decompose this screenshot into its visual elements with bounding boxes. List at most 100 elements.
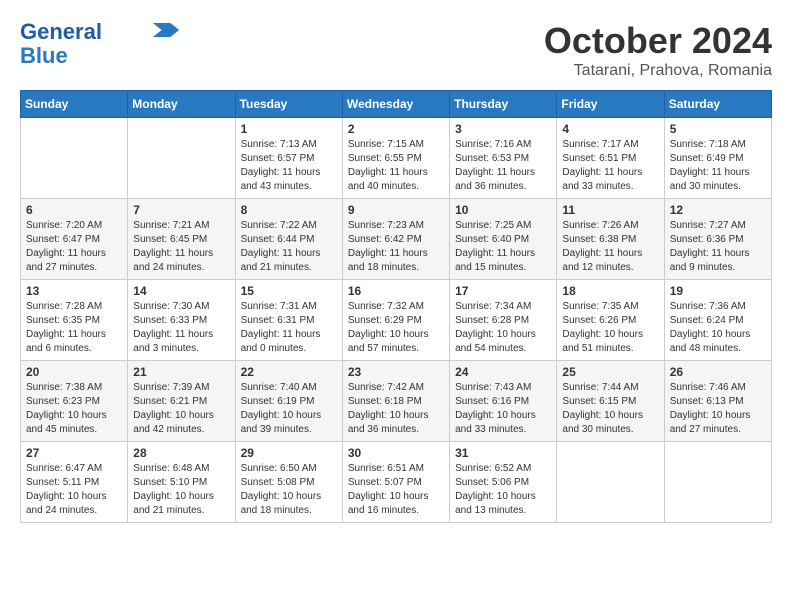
day-info: Sunrise: 7:36 AM Sunset: 6:24 PM Dayligh… <box>670 300 766 356</box>
day-number: 13 <box>26 284 122 298</box>
day-info: Sunrise: 7:25 AM Sunset: 6:40 PM Dayligh… <box>455 219 551 275</box>
calendar-cell: 15 Sunrise: 7:31 AM Sunset: 6:31 PM Dayli… <box>235 280 342 361</box>
day-header-tuesday: Tuesday <box>235 91 342 118</box>
calendar-week-row: 27Sunrise: 6:47 AM Sunset: 5:11 PM Dayli… <box>21 442 772 523</box>
day-info: Sunrise: 7:28 AM Sunset: 6:35 PM Dayligh… <box>26 300 122 356</box>
calendar-cell: 26 Sunrise: 7:46 AM Sunset: 6:13 PM Dayli… <box>664 361 771 442</box>
day-header-wednesday: Wednesday <box>342 91 449 118</box>
calendar-cell: 21 Sunrise: 7:39 AM Sunset: 6:21 PM Dayli… <box>128 361 235 442</box>
day-number: 19 <box>670 284 766 298</box>
day-number: 15 <box>241 284 337 298</box>
logo-blue-text: Blue <box>20 44 68 68</box>
day-info: Sunrise: 7:42 AM Sunset: 6:18 PM Dayligh… <box>348 381 444 437</box>
day-number: 6 <box>26 203 122 217</box>
calendar-cell <box>128 118 235 199</box>
day-info: Sunrise: 7:39 AM Sunset: 6:21 PM Dayligh… <box>133 381 229 437</box>
calendar-cell: 27Sunrise: 6:47 AM Sunset: 5:11 PM Dayli… <box>21 442 128 523</box>
day-info: Sunrise: 7:17 AM Sunset: 6:51 PM Dayligh… <box>562 138 658 194</box>
logo: General Blue <box>20 20 180 68</box>
day-number: 11 <box>562 203 658 217</box>
calendar-cell: 8 Sunrise: 7:22 AM Sunset: 6:44 PM Daylig… <box>235 199 342 280</box>
calendar-week-row: 1Sunrise: 7:13 AM Sunset: 6:57 PM Daylig… <box>21 118 772 199</box>
calendar-cell: 10Sunrise: 7:25 AM Sunset: 6:40 PM Dayli… <box>450 199 557 280</box>
day-number: 5 <box>670 122 766 136</box>
day-number: 4 <box>562 122 658 136</box>
calendar-cell: 28 Sunrise: 6:48 AM Sunset: 5:10 PM Dayli… <box>128 442 235 523</box>
day-number: 14 <box>133 284 229 298</box>
title-block: October 2024 Tatarani, Prahova, Romania <box>544 20 772 80</box>
calendar-cell: 13 Sunrise: 7:28 AM Sunset: 6:35 PM Dayli… <box>21 280 128 361</box>
page-header: General Blue October 2024 Tatarani, Prah… <box>20 20 772 80</box>
calendar-cell: 16 Sunrise: 7:32 AM Sunset: 6:29 PM Dayli… <box>342 280 449 361</box>
day-info: Sunrise: 6:48 AM Sunset: 5:10 PM Dayligh… <box>133 462 229 518</box>
calendar-cell <box>664 442 771 523</box>
logo-icon <box>152 23 180 37</box>
calendar-header-row: SundayMondayTuesdayWednesdayThursdayFrid… <box>21 91 772 118</box>
calendar-cell: 19 Sunrise: 7:36 AM Sunset: 6:24 PM Dayli… <box>664 280 771 361</box>
calendar-body: 1Sunrise: 7:13 AM Sunset: 6:57 PM Daylig… <box>21 118 772 523</box>
day-header-saturday: Saturday <box>664 91 771 118</box>
day-number: 31 <box>455 446 551 460</box>
day-info: Sunrise: 7:27 AM Sunset: 6:36 PM Dayligh… <box>670 219 766 275</box>
day-info: Sunrise: 7:15 AM Sunset: 6:55 PM Dayligh… <box>348 138 444 194</box>
day-info: Sunrise: 7:26 AM Sunset: 6:38 PM Dayligh… <box>562 219 658 275</box>
day-number: 16 <box>348 284 444 298</box>
day-header-monday: Monday <box>128 91 235 118</box>
day-info: Sunrise: 7:44 AM Sunset: 6:15 PM Dayligh… <box>562 381 658 437</box>
calendar-cell: 22 Sunrise: 7:40 AM Sunset: 6:19 PM Dayli… <box>235 361 342 442</box>
day-number: 23 <box>348 365 444 379</box>
calendar-cell: 6 Sunrise: 7:20 AM Sunset: 6:47 PM Daylig… <box>21 199 128 280</box>
calendar-week-row: 13 Sunrise: 7:28 AM Sunset: 6:35 PM Dayli… <box>21 280 772 361</box>
day-info: Sunrise: 7:32 AM Sunset: 6:29 PM Dayligh… <box>348 300 444 356</box>
calendar-cell: 29 Sunrise: 6:50 AM Sunset: 5:08 PM Dayli… <box>235 442 342 523</box>
day-info: Sunrise: 7:18 AM Sunset: 6:49 PM Dayligh… <box>670 138 766 194</box>
calendar-week-row: 6 Sunrise: 7:20 AM Sunset: 6:47 PM Daylig… <box>21 199 772 280</box>
day-info: Sunrise: 7:35 AM Sunset: 6:26 PM Dayligh… <box>562 300 658 356</box>
calendar-cell: 11 Sunrise: 7:26 AM Sunset: 6:38 PM Dayli… <box>557 199 664 280</box>
day-number: 28 <box>133 446 229 460</box>
day-info: Sunrise: 6:51 AM Sunset: 5:07 PM Dayligh… <box>348 462 444 518</box>
day-info: Sunrise: 7:31 AM Sunset: 6:31 PM Dayligh… <box>241 300 337 356</box>
day-header-friday: Friday <box>557 91 664 118</box>
day-header-thursday: Thursday <box>450 91 557 118</box>
day-number: 9 <box>348 203 444 217</box>
calendar-cell: 20Sunrise: 7:38 AM Sunset: 6:23 PM Dayli… <box>21 361 128 442</box>
day-info: Sunrise: 6:52 AM Sunset: 5:06 PM Dayligh… <box>455 462 551 518</box>
month-title: October 2024 <box>544 20 772 62</box>
calendar-cell: 7Sunrise: 7:21 AM Sunset: 6:45 PM Daylig… <box>128 199 235 280</box>
calendar-cell: 2 Sunrise: 7:15 AM Sunset: 6:55 PM Daylig… <box>342 118 449 199</box>
day-number: 29 <box>241 446 337 460</box>
day-number: 17 <box>455 284 551 298</box>
day-info: Sunrise: 6:47 AM Sunset: 5:11 PM Dayligh… <box>26 462 122 518</box>
calendar-cell: 9 Sunrise: 7:23 AM Sunset: 6:42 PM Daylig… <box>342 199 449 280</box>
day-info: Sunrise: 6:50 AM Sunset: 5:08 PM Dayligh… <box>241 462 337 518</box>
day-info: Sunrise: 7:23 AM Sunset: 6:42 PM Dayligh… <box>348 219 444 275</box>
day-info: Sunrise: 7:43 AM Sunset: 6:16 PM Dayligh… <box>455 381 551 437</box>
calendar-cell: 4 Sunrise: 7:17 AM Sunset: 6:51 PM Daylig… <box>557 118 664 199</box>
day-number: 8 <box>241 203 337 217</box>
day-info: Sunrise: 7:21 AM Sunset: 6:45 PM Dayligh… <box>133 219 229 275</box>
day-number: 26 <box>670 365 766 379</box>
day-info: Sunrise: 7:46 AM Sunset: 6:13 PM Dayligh… <box>670 381 766 437</box>
day-number: 12 <box>670 203 766 217</box>
calendar-cell: 1Sunrise: 7:13 AM Sunset: 6:57 PM Daylig… <box>235 118 342 199</box>
day-number: 22 <box>241 365 337 379</box>
calendar-cell: 30Sunrise: 6:51 AM Sunset: 5:07 PM Dayli… <box>342 442 449 523</box>
logo-text: General <box>20 20 102 44</box>
day-number: 20 <box>26 365 122 379</box>
calendar-cell: 5 Sunrise: 7:18 AM Sunset: 6:49 PM Daylig… <box>664 118 771 199</box>
calendar-week-row: 20Sunrise: 7:38 AM Sunset: 6:23 PM Dayli… <box>21 361 772 442</box>
calendar-cell: 24 Sunrise: 7:43 AM Sunset: 6:16 PM Dayli… <box>450 361 557 442</box>
day-number: 21 <box>133 365 229 379</box>
day-number: 2 <box>348 122 444 136</box>
calendar-cell: 18 Sunrise: 7:35 AM Sunset: 6:26 PM Dayli… <box>557 280 664 361</box>
day-number: 18 <box>562 284 658 298</box>
day-info: Sunrise: 7:20 AM Sunset: 6:47 PM Dayligh… <box>26 219 122 275</box>
day-info: Sunrise: 7:40 AM Sunset: 6:19 PM Dayligh… <box>241 381 337 437</box>
day-info: Sunrise: 7:16 AM Sunset: 6:53 PM Dayligh… <box>455 138 551 194</box>
calendar-cell: 23 Sunrise: 7:42 AM Sunset: 6:18 PM Dayli… <box>342 361 449 442</box>
day-info: Sunrise: 7:22 AM Sunset: 6:44 PM Dayligh… <box>241 219 337 275</box>
day-number: 24 <box>455 365 551 379</box>
calendar-cell: 25Sunrise: 7:44 AM Sunset: 6:15 PM Dayli… <box>557 361 664 442</box>
calendar-cell: 12 Sunrise: 7:27 AM Sunset: 6:36 PM Dayli… <box>664 199 771 280</box>
